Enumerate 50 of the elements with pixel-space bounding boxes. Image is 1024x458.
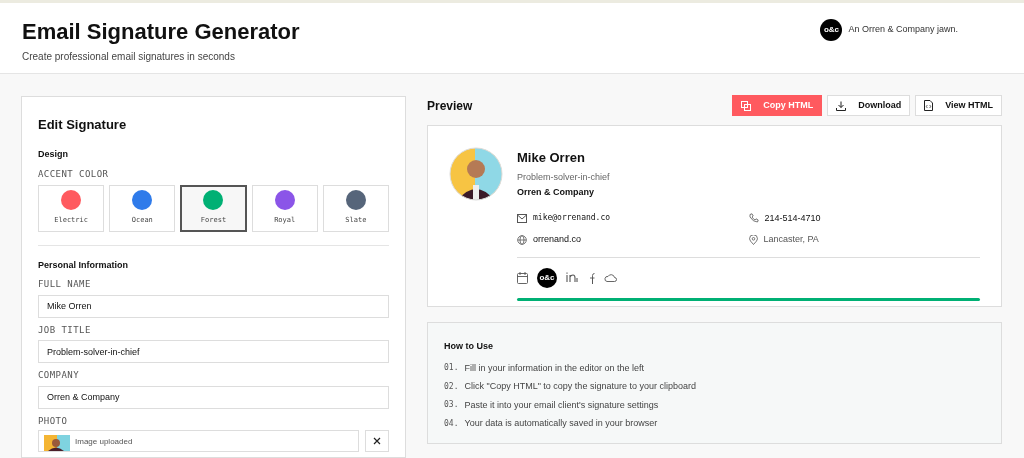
section-title: Preview	[427, 97, 473, 115]
brand-tagline: An Orren & Company jawn.	[848, 23, 958, 37]
signature-location: Lancaster, PA	[763, 233, 819, 246]
photo-field[interactable]: Image uploaded	[38, 430, 359, 452]
signature-email[interactable]: mike@orrenand.co	[533, 212, 611, 225]
step-text: Paste it into your email client's signature settings	[464, 398, 659, 412]
signature-company: Orren & Company	[517, 186, 595, 199]
close-icon	[373, 437, 381, 445]
phone-icon	[748, 213, 759, 224]
file-code-icon	[924, 100, 934, 111]
action-button[interactable]: Download	[827, 95, 911, 116]
step-number: 02.	[444, 380, 459, 393]
linkedin-icon[interactable]	[566, 272, 579, 283]
copy-icon	[741, 100, 752, 111]
location-pin-icon	[748, 234, 758, 245]
action-button[interactable]: View HTML	[915, 95, 1002, 116]
step-number: 04.	[444, 417, 459, 430]
card-title: Edit Signature	[38, 116, 128, 134]
step-number: 01.	[444, 362, 459, 375]
globe-icon	[517, 234, 527, 245]
field-label: JOB TITLE	[38, 323, 92, 337]
remove-photo-button[interactable]	[365, 430, 389, 452]
step-text: Your data is automatically saved in your browser	[464, 417, 658, 430]
mail-icon	[517, 213, 527, 223]
cloud-icon[interactable]	[604, 273, 617, 282]
section-heading: Design	[38, 147, 69, 161]
download-icon	[836, 100, 847, 111]
card-title: How to Use	[444, 340, 494, 353]
step-number: 03.	[444, 399, 459, 412]
brand-logo[interactable]: o&c	[820, 19, 843, 41]
brand-logo[interactable]: o&c	[537, 267, 557, 288]
signature-phone[interactable]: 214-514-4710	[764, 211, 821, 225]
section-heading: Personal Information	[38, 258, 129, 272]
step-text: Fill in your information in the editor on the left	[464, 361, 645, 375]
signature-website[interactable]: orrenand.co	[533, 233, 582, 247]
text-input[interactable]: Problem-solver-in-chief	[38, 340, 389, 363]
text-input[interactable]: Mike Orren	[38, 294, 389, 318]
page-title: Email Signature Generator	[22, 18, 300, 46]
facebook-icon[interactable]	[588, 271, 595, 284]
calendar-icon[interactable]	[517, 271, 528, 284]
signature-name: Mike Orren	[517, 149, 586, 167]
field-label: ACCENT COLOR	[38, 168, 110, 181]
text-input[interactable]: Orren & Company	[38, 385, 389, 409]
field-label: FULL NAME	[38, 278, 92, 291]
signature-job-title: Problem-solver-in-chief	[517, 170, 611, 184]
upload-status: Image uploaded	[75, 436, 133, 448]
field-label: COMPANY	[38, 369, 81, 382]
field-label: PHOTO	[38, 414, 69, 428]
step-text: Click "Copy HTML" to copy the signature to your clipboard	[464, 380, 696, 393]
page-subtitle: Create professional email signatures in seconds	[22, 50, 236, 64]
